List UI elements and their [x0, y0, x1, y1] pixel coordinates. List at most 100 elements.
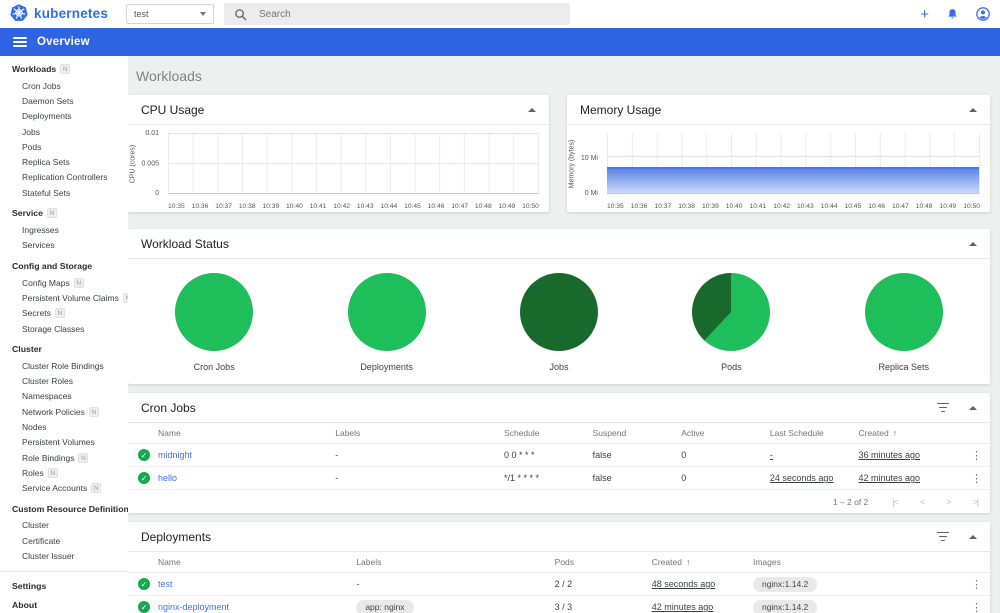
sidebar-item[interactable]: Cluster Role Bindings — [0, 358, 128, 373]
create-resource-button[interactable]: + — [920, 7, 929, 22]
namespaced-badge: N — [47, 467, 58, 478]
collapse-icon[interactable] — [969, 405, 977, 410]
sidebar-item[interactable]: Deployments — [0, 109, 128, 124]
sidebar-item[interactable]: Role Bindings N — [0, 450, 128, 465]
sidebar-item[interactable]: Namespaces — [0, 389, 128, 404]
row-menu-button[interactable]: ⋮ — [960, 449, 982, 462]
sidebar-item[interactable]: Cluster — [0, 518, 128, 533]
column-header[interactable]: Active — [681, 428, 770, 438]
kubernetes-logo[interactable]: kubernetes — [10, 4, 108, 22]
namespaced-badge: N — [54, 308, 65, 319]
sidebar-item[interactable]: Services — [0, 238, 128, 253]
cron-job-name-link[interactable]: midnight — [158, 450, 192, 460]
filter-icon[interactable] — [937, 531, 949, 542]
cpu-x-ticks: 10:35 10:36 10:37 10:38 10:39 10:40 10:41 10:42… — [168, 203, 539, 210]
deployment-name-link[interactable]: test — [158, 579, 173, 589]
row-menu-button[interactable]: ⋮ — [960, 472, 982, 485]
namespaced-badge: N — [46, 208, 57, 219]
sidebar-item-settings[interactable]: Settings — [0, 577, 128, 596]
x-tick: 10:44 — [380, 203, 398, 210]
column-header-sorted[interactable]: Created ↑ — [652, 557, 753, 567]
menu-button[interactable] — [13, 34, 27, 49]
sidebar-item[interactable]: Jobs — [0, 124, 128, 139]
schedule-cell: */1 * * * * — [504, 473, 540, 483]
memory-chart: Memory (bytes) 10 Mi 0 Mi 10:35 10:36 10:3… — [567, 125, 990, 212]
last-schedule-cell: - — [769, 450, 773, 460]
pods-cell: 2 / 2 — [554, 579, 573, 589]
sidebar-item[interactable]: Ingresses — [0, 222, 128, 237]
sidebar-item[interactable]: Cron Jobs — [0, 78, 128, 93]
first-page-icon[interactable]: |< — [892, 497, 899, 507]
pie-chart-cron-jobs[interactable] — [175, 273, 254, 351]
sidebar-item-about[interactable]: About — [0, 596, 128, 613]
column-header[interactable]: Pods — [555, 557, 652, 567]
sidebar-item[interactable]: Replication Controllers — [0, 170, 128, 185]
notifications-button[interactable] — [946, 7, 959, 21]
pie-chart-deployments[interactable] — [347, 273, 426, 351]
pie-chart-jobs[interactable] — [519, 273, 598, 351]
sidebar-item[interactable]: Stateful Sets — [0, 185, 128, 200]
app-toolbar: Overview — [0, 28, 1000, 56]
sidebar-group-workloads: Workloads N Cron Jobs Daemon Sets Deploymen… — [0, 59, 128, 200]
sidebar-item[interactable]: Cluster Roles — [0, 373, 128, 388]
pie-chart-replica-sets[interactable] — [864, 273, 943, 351]
sidebar-item[interactable]: Network Policies N — [0, 404, 128, 419]
next-page-icon[interactable]: > — [946, 497, 951, 507]
sidebar-item[interactable]: Roles N — [0, 465, 128, 480]
column-header[interactable]: Suspend — [593, 428, 682, 438]
row-menu-button[interactable]: ⋮ — [960, 601, 982, 613]
namespaced-badge: N — [78, 452, 89, 463]
search-bar[interactable] — [224, 3, 570, 25]
x-tick: 10:42 — [773, 203, 790, 210]
sidebar-group-cluster: Cluster Cluster Role Bindings Cluster Rol… — [0, 339, 128, 496]
sidebar-item[interactable]: Persistent Volumes — [0, 435, 128, 450]
collapse-icon[interactable] — [969, 107, 977, 112]
namespaced-badge: N — [91, 483, 102, 494]
pods-cell: 3 / 3 — [554, 602, 573, 612]
last-page-icon[interactable]: >| — [972, 497, 979, 507]
sidebar-item[interactable]: Service Accounts N — [0, 481, 128, 496]
column-header[interactable]: Labels — [335, 428, 504, 438]
chevron-down-icon — [200, 12, 206, 16]
column-header[interactable]: Last Schedule — [770, 428, 859, 438]
account-circle-icon — [976, 7, 990, 21]
sidebar-item[interactable]: Storage Classes — [0, 321, 128, 336]
suspend-cell: false — [592, 473, 612, 483]
main-content: Workloads CPU Usage CPU (cores) 0.01 0.0… — [128, 56, 1000, 613]
column-header[interactable]: Name — [158, 428, 335, 438]
column-header[interactable]: Schedule — [504, 428, 593, 438]
previous-page-icon[interactable]: < — [920, 497, 925, 507]
group-label: Custom Resource Definitions — [12, 503, 128, 514]
memory-ytick-0: 0 Mi — [584, 190, 598, 197]
column-header-sorted[interactable]: Created ↑ — [858, 428, 960, 438]
deployment-name-link[interactable]: nginx-deployment — [158, 602, 229, 612]
sidebar-item[interactable]: Nodes — [0, 419, 128, 434]
column-header[interactable]: Images — [753, 557, 960, 567]
sidebar-item[interactable]: Config Maps N — [0, 275, 128, 290]
pie-chart-pods[interactable] — [692, 273, 771, 351]
status-success-icon: ✓ — [138, 472, 150, 484]
filter-icon[interactable] — [937, 402, 949, 413]
sidebar-item[interactable]: Cluster Issuer — [0, 548, 128, 563]
sidebar-item[interactable]: Pods — [0, 139, 128, 154]
sidebar-item[interactable]: Daemon Sets — [0, 93, 128, 108]
column-header[interactable]: Name — [158, 557, 356, 567]
collapse-icon[interactable] — [969, 241, 977, 246]
collapse-icon[interactable] — [969, 534, 977, 539]
collapse-icon[interactable] — [528, 107, 536, 112]
column-header[interactable]: Labels — [356, 557, 554, 567]
created-cell: 36 minutes ago — [858, 450, 921, 460]
deployments-card: Deployments Name Labels Pods Created ↑ Im… — [128, 522, 990, 613]
row-menu-button[interactable]: ⋮ — [960, 578, 982, 591]
sidebar-item[interactable]: Secrets N — [0, 306, 128, 321]
sidebar-item[interactable]: Persistent Volume Claims N — [0, 290, 128, 305]
sidebar-item[interactable]: Replica Sets — [0, 154, 128, 169]
namespace-selector[interactable]: test — [126, 4, 214, 24]
sidebar-item[interactable]: Certificate — [0, 533, 128, 548]
account-button[interactable] — [976, 7, 990, 21]
x-tick: 10:40 — [286, 203, 303, 210]
x-tick: 10:36 — [630, 203, 648, 210]
cron-job-name-link[interactable]: hello — [158, 473, 177, 483]
x-tick: 10:37 — [654, 203, 672, 210]
search-input[interactable] — [259, 8, 560, 20]
